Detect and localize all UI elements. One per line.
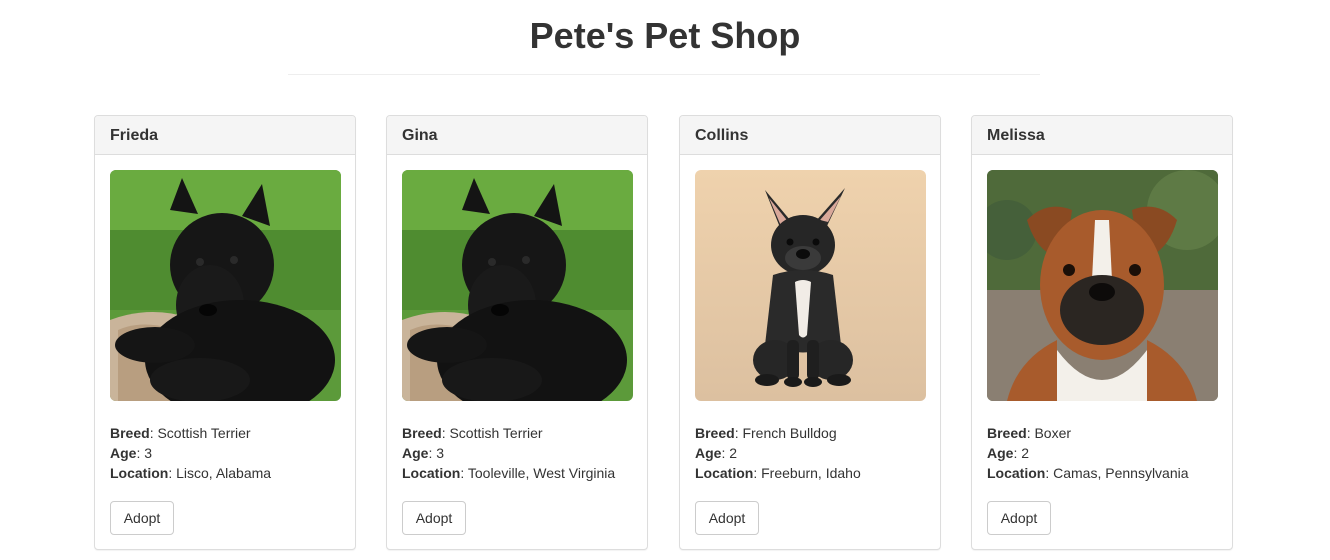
pet-details: Breed: French Bulldog Age: 2 Location: F…: [695, 423, 925, 483]
adopt-button[interactable]: Adopt: [695, 501, 759, 535]
adopt-button[interactable]: Adopt: [987, 501, 1051, 535]
adopt-button[interactable]: Adopt: [402, 501, 466, 535]
pet-card-body: Breed: French Bulldog Age: 2 Location: F…: [680, 155, 940, 535]
breed-row: Breed: Boxer: [987, 423, 1217, 443]
breed-row: Breed: Scottish Terrier: [402, 423, 632, 443]
separator: :: [441, 425, 446, 441]
separator: :: [1013, 445, 1018, 461]
age-value: 2: [729, 445, 738, 461]
location-value: Tooleville, West Virginia: [467, 465, 616, 481]
pet-details: Breed: Scottish Terrier Age: 3 Location:…: [402, 423, 632, 483]
breed-value: Scottish Terrier: [157, 425, 251, 441]
pet-card-body: Breed: Boxer Age: 2 Location: Camas, Pen…: [972, 155, 1232, 535]
pet-photo: [110, 170, 341, 401]
title-divider: [288, 74, 1040, 75]
pet-name: Melissa: [972, 116, 1232, 155]
scottish-terrier-photo: [402, 170, 633, 401]
breed-label: Breed: [987, 425, 1027, 441]
scottish-terrier-photo: [110, 170, 341, 401]
age-value: 2: [1021, 445, 1030, 461]
separator: :: [721, 445, 726, 461]
location-row: Location: Camas, Pennsylvania: [987, 463, 1217, 483]
pet-details: Breed: Boxer Age: 2 Location: Camas, Pen…: [987, 423, 1217, 483]
breed-value: French Bulldog: [742, 425, 837, 441]
location-value: Lisco, Alabama: [176, 465, 272, 481]
location-label: Location: [987, 465, 1046, 481]
separator: :: [136, 445, 141, 461]
age-row: Age: 3: [402, 443, 632, 463]
separator: :: [460, 465, 465, 481]
pet-card-body: Breed: Scottish Terrier Age: 3 Location:…: [95, 155, 355, 535]
breed-label: Breed: [110, 425, 150, 441]
pet-name: Gina: [387, 116, 647, 155]
pet-card: Collins Breed: French Bulldog Age: 2 Loc…: [679, 115, 941, 550]
age-row: Age: 2: [987, 443, 1217, 463]
age-label: Age: [987, 445, 1014, 461]
location-label: Location: [110, 465, 169, 481]
breed-label: Breed: [695, 425, 735, 441]
location-label: Location: [695, 465, 754, 481]
pet-photo: [987, 170, 1218, 401]
pet-card: Frieda Breed: Scottish Terrier Age: 3 Lo…: [94, 115, 356, 550]
breed-value: Boxer: [1034, 425, 1072, 441]
location-value: Camas, Pennsylvania: [1053, 465, 1189, 481]
separator: :: [168, 465, 173, 481]
age-row: Age: 3: [110, 443, 340, 463]
age-value: 3: [144, 445, 153, 461]
location-row: Location: Lisco, Alabama: [110, 463, 340, 483]
pet-details: Breed: Scottish Terrier Age: 3 Location:…: [110, 423, 340, 483]
location-label: Location: [402, 465, 461, 481]
location-row: Location: Freeburn, Idaho: [695, 463, 925, 483]
breed-row: Breed: Scottish Terrier: [110, 423, 340, 443]
age-row: Age: 2: [695, 443, 925, 463]
location-row: Location: Tooleville, West Virginia: [402, 463, 632, 483]
pet-name: Collins: [680, 116, 940, 155]
pet-photo: [402, 170, 633, 401]
separator: :: [149, 425, 154, 441]
page-title: Pete's Pet Shop: [529, 15, 801, 56]
adopt-button[interactable]: Adopt: [110, 501, 174, 535]
age-label: Age: [695, 445, 722, 461]
location-value: Freeburn, Idaho: [761, 465, 861, 481]
age-label: Age: [402, 445, 429, 461]
separator: :: [1045, 465, 1050, 481]
age-value: 3: [436, 445, 445, 461]
breed-label: Breed: [402, 425, 442, 441]
pet-card: Gina Breed: Scottish Terrier Age: 3 Loca…: [386, 115, 648, 550]
french-bulldog-photo: [695, 170, 926, 401]
age-label: Age: [110, 445, 137, 461]
pet-card: Melissa Breed: Boxer Age: 2 Location: Ca…: [971, 115, 1233, 550]
separator: :: [1026, 425, 1031, 441]
separator: :: [428, 445, 433, 461]
breed-value: Scottish Terrier: [449, 425, 543, 441]
pet-name: Frieda: [95, 116, 355, 155]
separator: :: [753, 465, 758, 481]
boxer-photo: [987, 170, 1218, 401]
pet-photo: [695, 170, 926, 401]
breed-row: Breed: French Bulldog: [695, 423, 925, 443]
separator: :: [734, 425, 739, 441]
pet-card-body: Breed: Scottish Terrier Age: 3 Location:…: [387, 155, 647, 535]
